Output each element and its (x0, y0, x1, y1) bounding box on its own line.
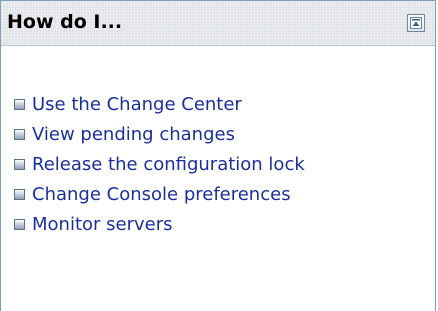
bullet-icon (14, 189, 25, 200)
collapse-panel-icon (410, 17, 422, 29)
bullet-icon (14, 129, 25, 140)
panel-title: How do I... (7, 11, 123, 33)
collapse-panel-button[interactable] (407, 14, 425, 32)
link-monitor-servers[interactable]: Monitor servers (32, 214, 173, 235)
how-do-i-panel: How do I... Use the Change Center View p… (0, 0, 436, 311)
link-change-console-preferences[interactable]: Change Console preferences (32, 184, 291, 205)
link-view-pending-changes[interactable]: View pending changes (32, 124, 235, 145)
link-release-configuration-lock[interactable]: Release the configuration lock (32, 154, 305, 175)
bullet-icon (14, 159, 25, 170)
bullet-icon (14, 99, 25, 110)
bullet-icon (14, 219, 25, 230)
panel-header: How do I... (1, 1, 435, 46)
link-use-change-center[interactable]: Use the Change Center (32, 94, 242, 115)
